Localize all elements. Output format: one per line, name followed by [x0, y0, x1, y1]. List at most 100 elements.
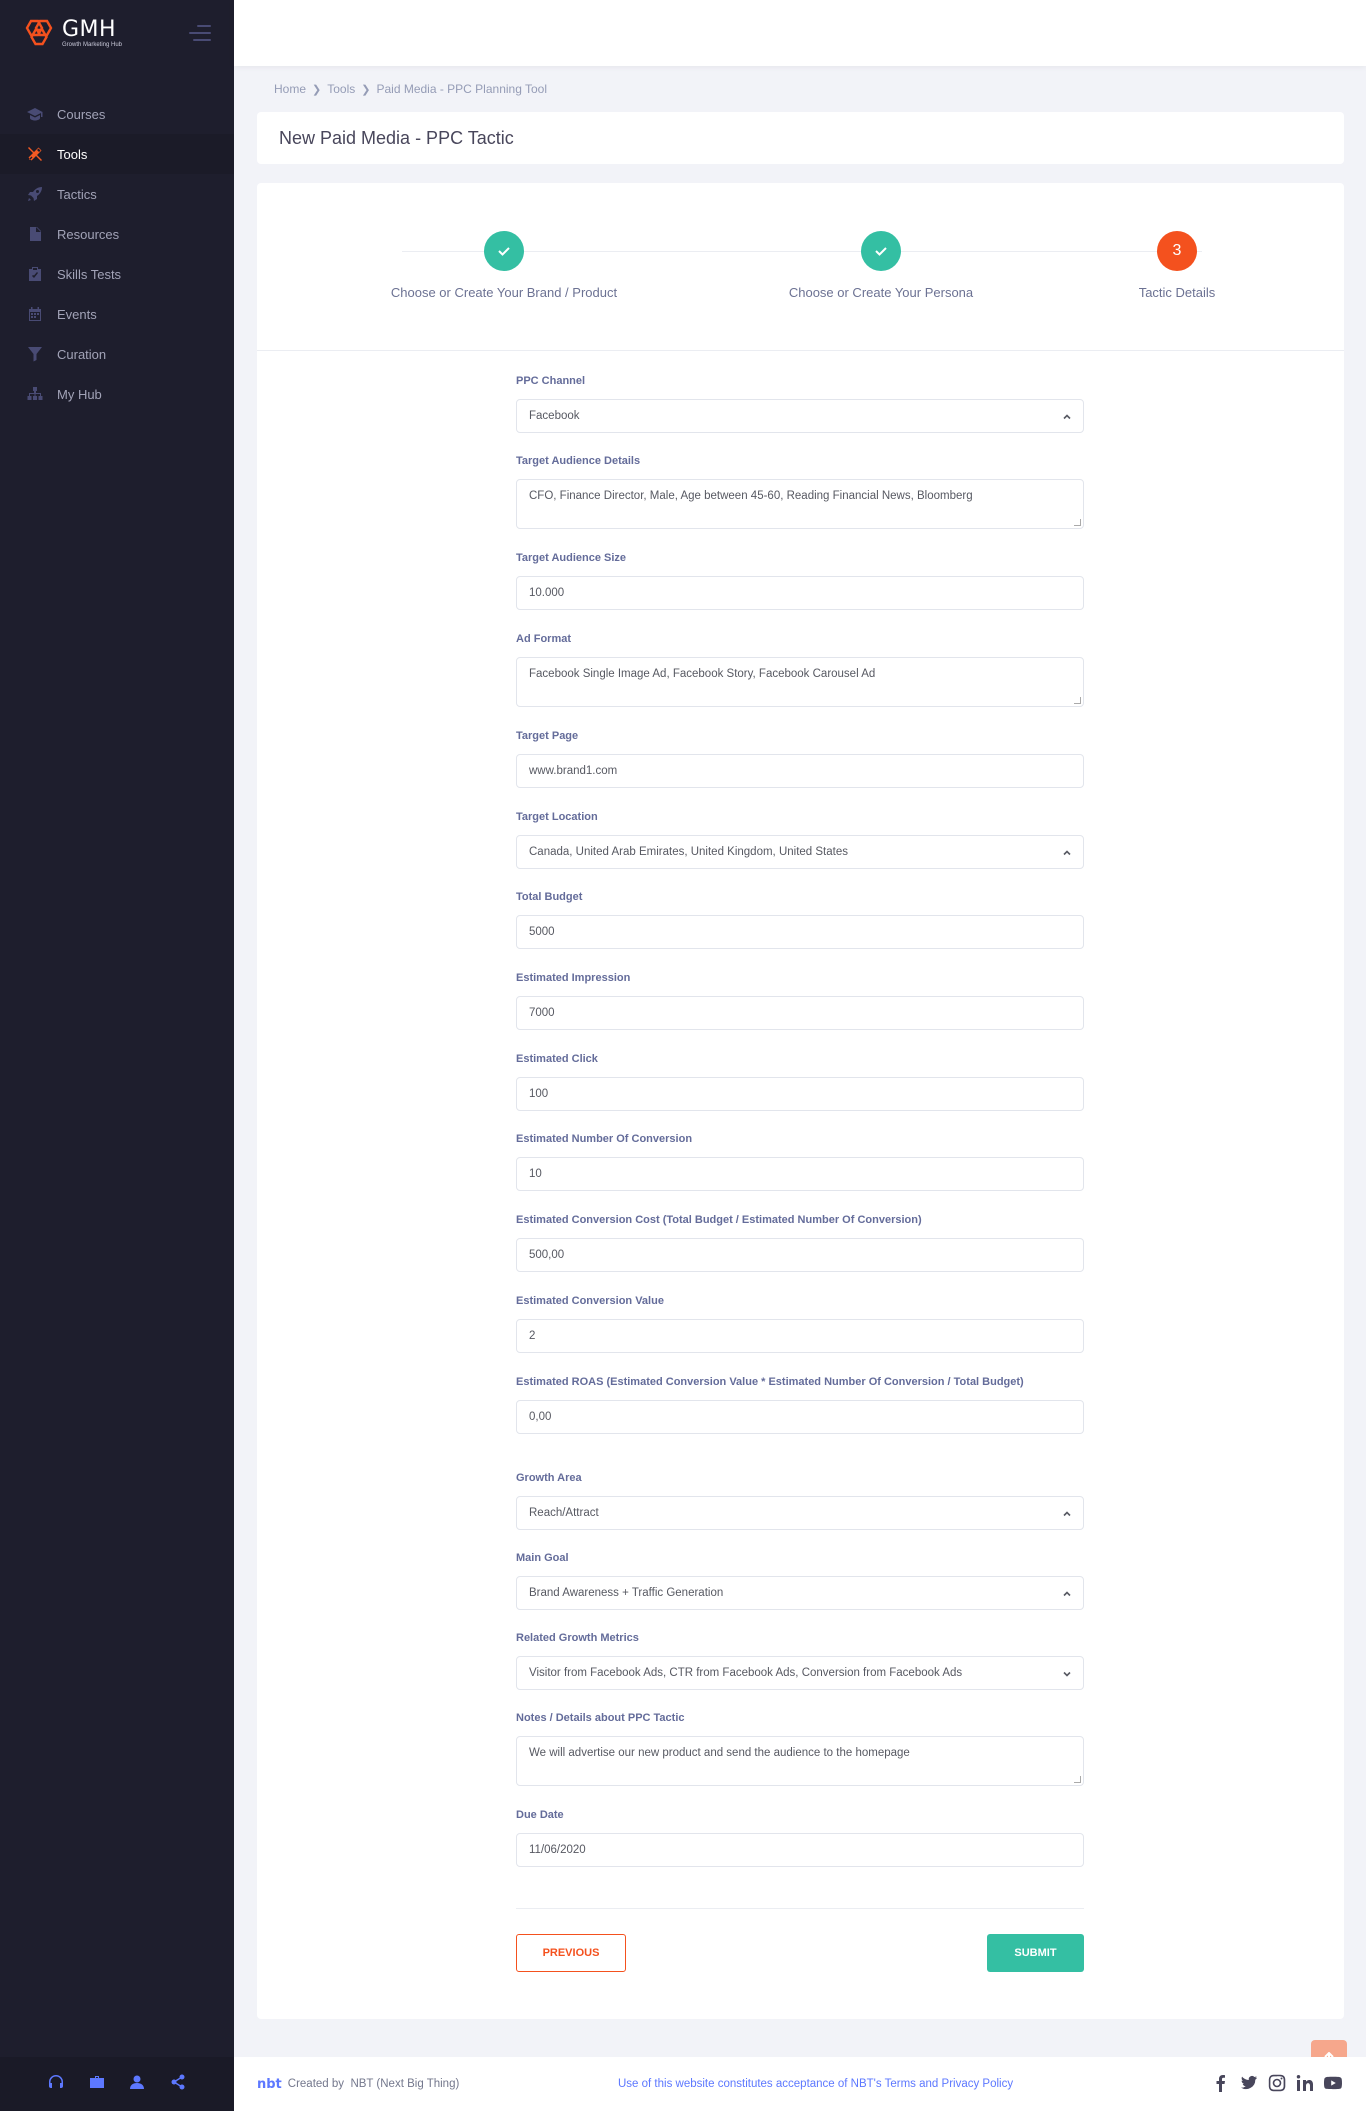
form-group-growth-area: Growth Area Reach/Attract — [516, 1470, 1084, 1530]
check-icon — [484, 231, 524, 271]
sidebar-item-curation[interactable]: Curation — [0, 334, 234, 374]
target-page-input[interactable]: www.brand1.com — [516, 754, 1084, 788]
wizard-step-label: Choose or Create Your Brand / Product — [390, 285, 618, 300]
footer-legal: Use of this website constitutes acceptan… — [618, 2078, 1013, 2090]
headset-icon[interactable] — [48, 2074, 64, 2095]
nbt-logo[interactable]: nbt — [257, 2077, 282, 2092]
estimated-click-input[interactable]: 100 — [516, 1077, 1084, 1111]
twitter-icon[interactable] — [1240, 2074, 1258, 2095]
tools-icon — [27, 146, 43, 162]
linkedin-icon[interactable] — [1296, 2074, 1314, 2095]
field-label: Estimated Conversion Value — [516, 1295, 664, 1307]
sidebar-item-label: Curation — [57, 346, 107, 362]
field-label: Estimated Click — [516, 1053, 598, 1065]
submit-button[interactable]: SUBMIT — [987, 1934, 1084, 1972]
filter-icon — [27, 346, 43, 362]
youtube-icon[interactable] — [1324, 2074, 1342, 2095]
related-growth-metrics-select[interactable]: Visitor from Facebook Ads, CTR from Face… — [516, 1656, 1084, 1690]
sidebar-item-label: Tactics — [57, 186, 97, 202]
field-label: Notes / Details about PPC Tactic — [516, 1712, 685, 1724]
ad-format-textarea[interactable]: Facebook Single Image Ad, Facebook Story… — [516, 657, 1084, 707]
chevron-up-icon — [1063, 1509, 1071, 1517]
facebook-icon[interactable] — [1212, 2074, 1230, 2095]
field-label: Total Budget — [516, 891, 583, 903]
previous-button[interactable]: PREVIOUS — [516, 1934, 626, 1972]
chevron-up-icon — [1063, 848, 1071, 856]
sidebar-item-skills-tests[interactable]: Skills Tests — [0, 254, 234, 294]
wizard-step-tactic-details[interactable]: 3 Tactic Details — [1027, 231, 1327, 300]
chevron-down-icon — [1063, 1669, 1071, 1677]
estimated-conversion-cost-input[interactable]: 500,00 — [516, 1238, 1084, 1272]
form-group-main-goal: Main Goal Brand Awareness + Traffic Gene… — [516, 1550, 1084, 1610]
sidebar-item-courses[interactable]: Courses — [0, 94, 234, 134]
step-number: 3 — [1157, 231, 1197, 271]
sidebar-item-tools[interactable]: Tools — [0, 134, 234, 174]
sidebar-item-label: My Hub — [57, 386, 102, 402]
estimated-roas-input[interactable]: 0,00 — [516, 1400, 1084, 1434]
target-audience-size-input[interactable]: 10.000 — [516, 576, 1084, 610]
form-group-notes: Notes / Details about PPC Tactic We will… — [516, 1710, 1084, 1786]
sidebar-menu: Courses Tools Tactics Resources Skills T… — [0, 94, 234, 414]
estimated-impression-input[interactable]: 7000 — [516, 996, 1084, 1030]
field-label: Estimated Number Of Conversion — [516, 1133, 693, 1145]
select-value: Brand Awareness + Traffic Generation — [529, 1587, 724, 1599]
hexagon-logo-icon — [25, 19, 53, 46]
sidebar: GMH Growth Marketing Hub Courses Tools T… — [0, 0, 234, 2111]
select-value: Visitor from Facebook Ads, CTR from Face… — [529, 1667, 963, 1679]
footer-notice: Use of this website constitutes acceptan… — [618, 2078, 882, 2090]
notes-textarea[interactable]: We will advertise our new product and se… — [516, 1736, 1084, 1786]
growth-area-select[interactable]: Reach/Attract — [516, 1496, 1084, 1530]
privacy-policy-link[interactable]: Privacy Policy — [942, 2078, 1014, 2090]
sidebar-item-label: Events — [57, 306, 97, 322]
breadcrumb-tools[interactable]: Tools — [327, 82, 355, 96]
wizard-step-label: Tactic Details — [1138, 285, 1216, 300]
estimated-conversions-input[interactable]: 10 — [516, 1157, 1084, 1191]
form-group-due-date: Due Date 11/06/2020 — [516, 1807, 1084, 1867]
chevron-up-icon — [1063, 412, 1071, 420]
field-label: Main Goal — [516, 1552, 569, 1564]
briefcase-icon[interactable] — [89, 2074, 105, 2095]
field-label: Target Audience Size — [516, 552, 627, 564]
target-location-select[interactable]: Canada, United Arab Emirates, United Kin… — [516, 835, 1084, 869]
sidebar-item-resources[interactable]: Resources — [0, 214, 234, 254]
ppc-channel-select[interactable]: Facebook — [516, 399, 1084, 433]
footer-company[interactable]: NBT (Next Big Thing) — [350, 2078, 459, 2090]
breadcrumb-current[interactable]: Paid Media - PPC Planning Tool — [376, 82, 547, 96]
terms-link[interactable]: Terms — [885, 2078, 916, 2090]
total-budget-input[interactable]: 5000 — [516, 915, 1084, 949]
clipboard-check-icon — [27, 266, 43, 282]
form-group-estimated-conversion-value: Estimated Conversion Value 2 — [516, 1293, 1084, 1353]
chevron-right-icon: ❯ — [361, 83, 371, 96]
target-audience-details-textarea[interactable]: CFO, Finance Director, Male, Age between… — [516, 479, 1084, 529]
form-group-related-growth-metrics: Related Growth Metrics Visitor from Face… — [516, 1630, 1084, 1690]
share-icon[interactable] — [170, 2074, 186, 2095]
field-label: Estimated Impression — [516, 972, 631, 984]
footer-credits: nbt Created by NBT (Next Big Thing) — [257, 2077, 459, 2092]
field-label: Estimated Conversion Cost (Total Budget … — [516, 1214, 922, 1226]
chevron-right-icon: ❯ — [312, 83, 322, 96]
form-group-target-audience-size: Target Audience Size 10.000 — [516, 550, 1084, 610]
sidebar-item-events[interactable]: Events — [0, 294, 234, 334]
instagram-icon[interactable] — [1268, 2074, 1286, 2095]
user-icon[interactable] — [129, 2074, 145, 2095]
form-group-target-location: Target Location Canada, United Arab Emir… — [516, 809, 1084, 869]
field-label: Target Page — [516, 730, 579, 742]
menu-toggle-icon[interactable] — [189, 25, 211, 43]
breadcrumb: Home ❯ Tools ❯ Paid Media - PPC Planning… — [274, 82, 547, 96]
sidebar-item-tactics[interactable]: Tactics — [0, 174, 234, 214]
due-date-input[interactable]: 11/06/2020 — [516, 1833, 1084, 1867]
field-label: Due Date — [516, 1809, 564, 1821]
sidebar-item-label: Courses — [57, 106, 106, 122]
breadcrumb-home[interactable]: Home — [274, 82, 306, 96]
sidebar-item-my-hub[interactable]: My Hub — [0, 374, 234, 414]
brand-logo[interactable]: GMH Growth Marketing Hub — [22, 18, 122, 48]
wizard-step-brand[interactable]: Choose or Create Your Brand / Product — [354, 231, 654, 300]
estimated-conversion-value-input[interactable]: 2 — [516, 1319, 1084, 1353]
main-goal-select[interactable]: Brand Awareness + Traffic Generation — [516, 1576, 1084, 1610]
form-divider — [516, 1908, 1084, 1909]
chevron-up-icon — [1063, 1589, 1071, 1597]
social-links — [1212, 2074, 1342, 2095]
wizard-step-persona[interactable]: Choose or Create Your Persona — [731, 231, 1031, 300]
field-label: Target Location — [516, 811, 598, 823]
page-footer: nbt Created by NBT (Next Big Thing) Use … — [234, 2057, 1366, 2111]
